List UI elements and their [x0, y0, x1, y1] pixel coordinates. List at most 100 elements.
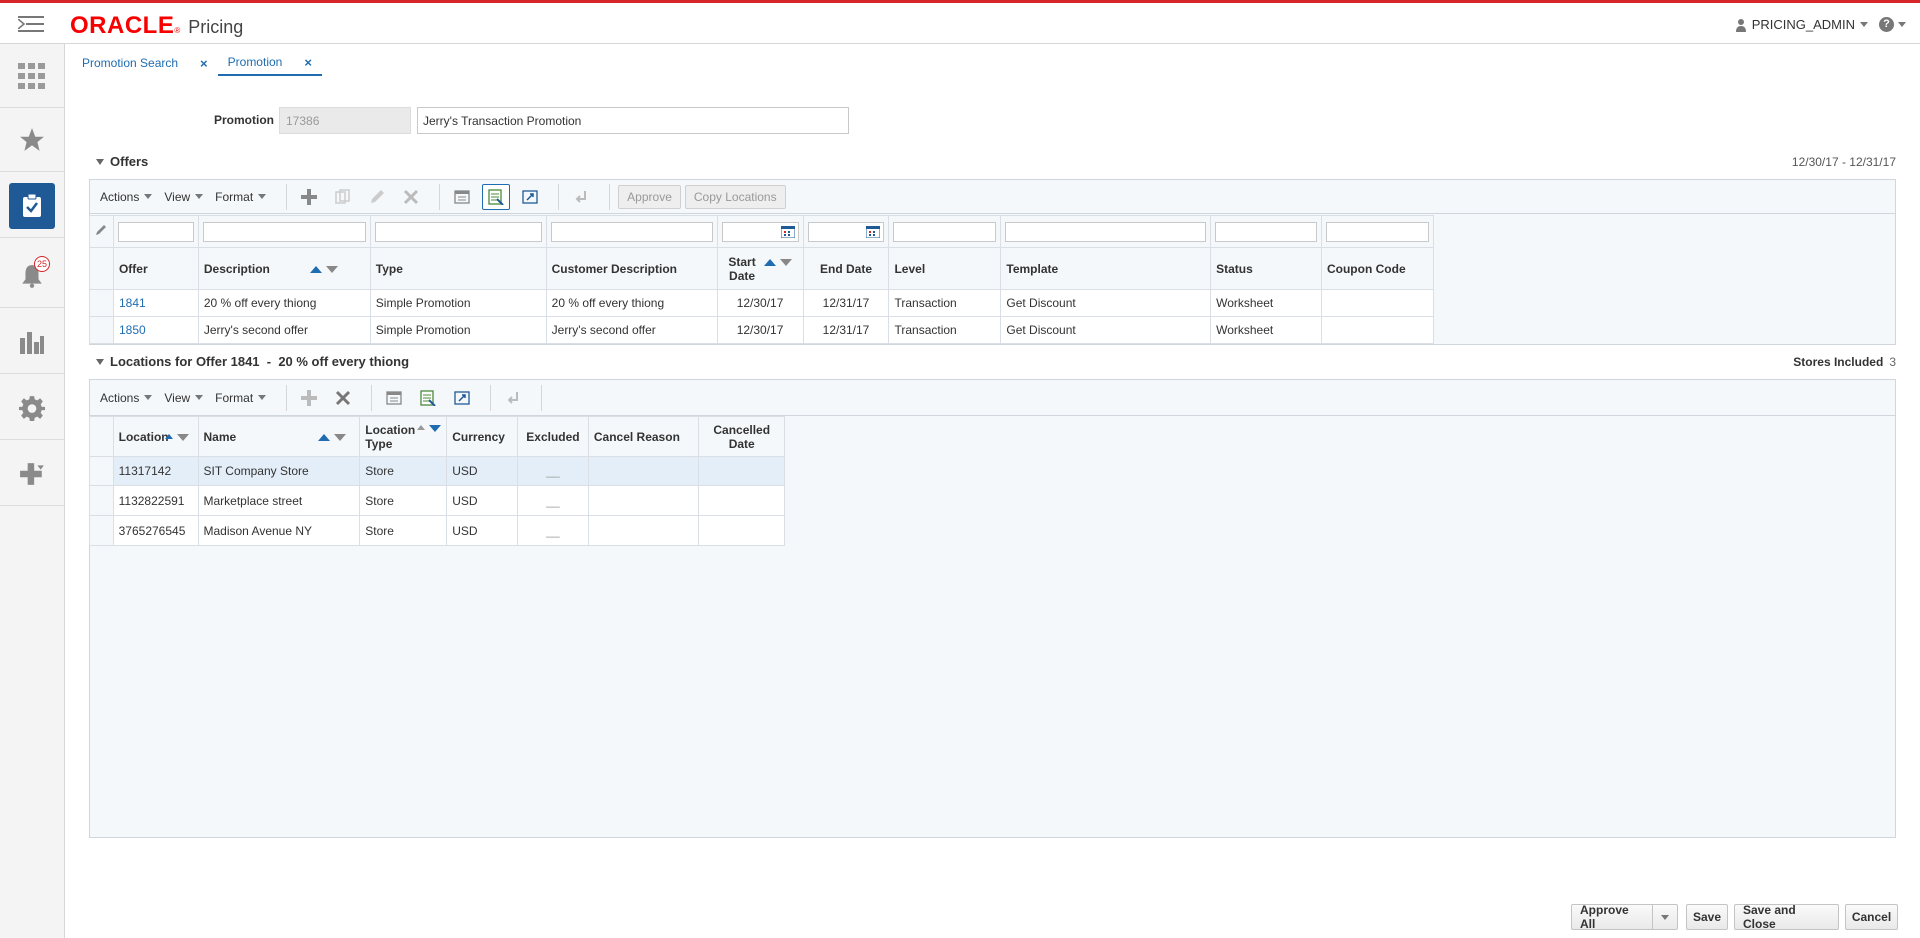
close-icon[interactable]: × [304, 55, 312, 70]
detach-button[interactable] [516, 184, 544, 210]
copy-locations-button[interactable]: Copy Locations [684, 184, 786, 209]
col-header-level[interactable]: Level [888, 247, 1002, 290]
actions-menu[interactable]: Actions [100, 391, 153, 405]
calendar-icon[interactable] [866, 225, 881, 238]
offers-section-header[interactable]: Offers [96, 154, 148, 169]
row-gutter[interactable] [89, 485, 114, 516]
sort-descending-icon[interactable] [325, 265, 338, 273]
rail-favorites[interactable] [0, 108, 64, 172]
cell-location: 1132822591 [112, 485, 199, 516]
offer-link[interactable]: 1850 [119, 323, 146, 337]
col-header-location-type[interactable]: Location Type [359, 416, 448, 457]
sort-ascending-icon[interactable] [417, 424, 426, 430]
approve-button[interactable]: Approve [618, 184, 681, 209]
col-header-template[interactable]: Template [1000, 247, 1212, 290]
wrap-button[interactable] [567, 184, 595, 210]
sort-descending-icon[interactable] [779, 259, 792, 266]
delete-button[interactable] [397, 184, 425, 210]
navigator-menu-icon[interactable] [18, 13, 44, 35]
table-row[interactable]: 1850 Jerry's second offer Simple Promoti… [89, 316, 1435, 344]
table-row[interactable]: 1841 20 % off every thiong Simple Promot… [89, 289, 1435, 317]
add-button[interactable] [295, 184, 323, 210]
col-header-cancelled-date[interactable]: Cancelled Date [698, 416, 785, 457]
rail-settings[interactable] [0, 376, 64, 440]
filter-offer-input[interactable] [117, 221, 194, 242]
row-gutter[interactable] [89, 289, 114, 317]
view-menu[interactable]: View [164, 391, 204, 405]
detach-button[interactable] [448, 385, 476, 411]
collapse-icon[interactable] [96, 358, 104, 365]
freeze-button[interactable] [380, 385, 408, 411]
col-label: Currency [452, 429, 505, 444]
format-menu[interactable]: Format [215, 190, 267, 204]
col-header-status[interactable]: Status [1210, 247, 1322, 290]
sort-descending-icon[interactable] [176, 433, 189, 441]
col-header-description[interactable]: Description [197, 247, 371, 290]
sort-descending-icon[interactable] [334, 433, 347, 441]
sort-ascending-icon[interactable] [309, 265, 322, 273]
col-header-customer-description[interactable]: Customer Description [545, 247, 718, 290]
promotion-name-field[interactable]: Jerry's Transaction Promotion [417, 107, 849, 134]
edit-button[interactable] [363, 184, 391, 210]
table-row[interactable]: 1132822591 Marketplace street Store USD … [89, 485, 785, 516]
close-icon[interactable]: × [200, 56, 208, 71]
duplicate-button[interactable] [329, 184, 357, 210]
sort-descending-icon[interactable] [429, 424, 442, 432]
filter-status-input[interactable] [1215, 221, 1317, 242]
wrap-button[interactable] [499, 385, 527, 411]
table-row[interactable]: 3765276545 Madison Avenue NY Store USD _… [89, 515, 785, 546]
rail-tasks[interactable] [0, 174, 64, 238]
rail-notifications[interactable]: 25 [0, 244, 64, 308]
col-header-end-date[interactable]: End Date [802, 247, 890, 290]
freeze-button[interactable] [448, 184, 476, 210]
sort-ascending-icon[interactable] [318, 433, 331, 441]
tab-promotion-search[interactable]: Promotion Search × [72, 50, 218, 76]
query-by-example-button[interactable] [482, 183, 511, 210]
col-header-coupon-code[interactable]: Coupon Code [1320, 247, 1435, 290]
add-button[interactable] [295, 385, 323, 411]
col-header-currency[interactable]: Currency [446, 416, 519, 457]
row-gutter[interactable] [89, 456, 114, 486]
user-menu[interactable]: PRICING_ADMIN [1735, 17, 1868, 32]
col-header-name[interactable]: Name [197, 416, 361, 457]
delete-button[interactable] [329, 385, 357, 411]
filter-coupon-code-input[interactable] [1325, 221, 1429, 242]
query-by-example-button[interactable] [414, 385, 442, 411]
filter-customer-description-input[interactable] [550, 221, 713, 242]
sort-ascending-icon[interactable] [164, 433, 173, 439]
filter-end-date-input[interactable] [807, 221, 885, 242]
save-and-close-button[interactable]: Save and Close [1734, 903, 1839, 931]
rail-apps-grid[interactable] [0, 44, 64, 108]
add-task-icon [20, 462, 44, 485]
filter-level-input[interactable] [893, 221, 997, 242]
col-header-excluded[interactable]: Excluded [517, 416, 589, 457]
actions-menu[interactable]: Actions [100, 190, 153, 204]
calendar-icon[interactable] [780, 225, 795, 238]
filter-template-input[interactable] [1005, 221, 1207, 242]
cancel-button[interactable]: Cancel [1845, 904, 1898, 930]
rail-reports[interactable] [0, 310, 64, 374]
table-row[interactable]: 11317142 SIT Company Store Store USD __ [89, 456, 785, 486]
approve-all-dropdown[interactable] [1652, 904, 1678, 930]
help-menu[interactable]: ? [1879, 17, 1906, 32]
col-header-offer[interactable]: Offer [112, 247, 199, 290]
view-menu[interactable]: View [164, 190, 204, 204]
sort-ascending-icon[interactable] [763, 259, 776, 266]
filter-start-date-input[interactable] [721, 221, 799, 242]
format-menu[interactable]: Format [215, 391, 267, 405]
row-gutter[interactable] [89, 515, 114, 546]
filter-description-input[interactable] [202, 221, 366, 242]
col-header-type[interactable]: Type [369, 247, 547, 290]
approve-all-button[interactable]: Approve All [1571, 903, 1653, 931]
col-header-cancel-reason[interactable]: Cancel Reason [587, 416, 700, 457]
rail-add[interactable] [0, 442, 64, 506]
offer-link[interactable]: 1841 [119, 296, 146, 310]
save-button[interactable]: Save [1686, 904, 1728, 930]
tab-promotion[interactable]: Promotion × [217, 50, 322, 76]
col-header-location[interactable]: Location [112, 416, 199, 457]
locations-section-header[interactable]: Locations for Offer 1841 - 20 % off ever… [96, 354, 409, 369]
row-gutter[interactable] [89, 316, 114, 344]
collapse-icon[interactable] [96, 158, 104, 165]
filter-type-input[interactable] [374, 221, 542, 242]
col-header-start-date[interactable]: Start Date [716, 247, 804, 290]
